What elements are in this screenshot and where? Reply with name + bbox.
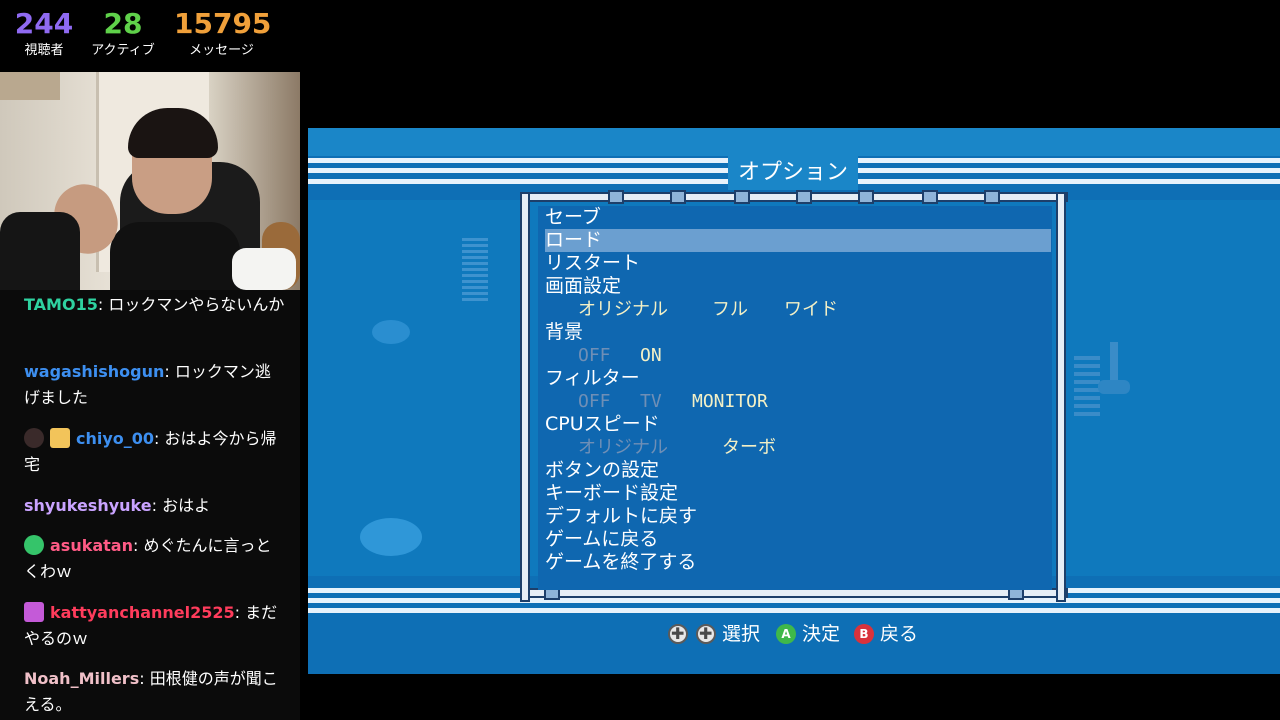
frame-joint xyxy=(796,190,812,204)
menu-item-screen-settings[interactable]: 画面設定 xyxy=(545,275,1051,298)
menu-item-cpu-speed[interactable]: CPUスピード xyxy=(545,413,1051,436)
menu-item-quit-game[interactable]: ゲームを終了する xyxy=(545,551,1051,574)
active-count-label: アクティブ xyxy=(91,43,155,58)
chat-username[interactable]: chiyo_00 xyxy=(76,429,154,448)
option-filter-off[interactable]: OFF xyxy=(578,390,611,413)
background-decoration xyxy=(372,320,410,344)
options-menu-frame: セーブ ロード リスタート 画面設定 オリジナル フル ワイド 背景 OFF O… xyxy=(520,190,1068,604)
option-screen-original[interactable]: オリジナル xyxy=(578,298,668,321)
menu-item-button-settings[interactable]: ボタンの設定 xyxy=(545,459,1051,482)
message-count: 15795 xyxy=(174,7,272,40)
frame-joint xyxy=(984,190,1000,204)
webcam-feed xyxy=(0,72,300,290)
option-screen-wide[interactable]: ワイド xyxy=(784,298,838,321)
menu-item-keyboard-settings[interactable]: キーボード設定 xyxy=(545,482,1051,505)
chat-message: shyukeshyuke: おはよ xyxy=(24,496,211,515)
frame-joint xyxy=(734,190,750,204)
hint-select-label: 選択 xyxy=(722,623,761,645)
stream-stats: 244 視聴者 28 アクティブ 15795 メッセージ xyxy=(0,0,300,70)
chat-text: ロックマンやらないんか xyxy=(108,295,285,314)
chat-message: kattyanchannel2525: まだやるのｗ xyxy=(24,602,278,648)
chat-panel: TAMO15: ロックマンやらないんか wagashishogun: ロックマン… xyxy=(0,290,300,720)
game-screen: オプション セーブ ロード リスタート 画面設定 オリジナル フル ワイド 背景… xyxy=(308,128,1280,674)
chat-username[interactable]: wagashishogun xyxy=(24,362,164,381)
chat-message: wagashishogun: ロックマン逃げました xyxy=(24,362,271,407)
background-decoration xyxy=(1074,356,1100,418)
frame-joint xyxy=(670,190,686,204)
background-decoration xyxy=(462,238,488,302)
frame-joint xyxy=(858,190,874,204)
menu-item-return-game[interactable]: ゲームに戻る xyxy=(545,528,1051,551)
background-options: OFF ON xyxy=(538,344,1052,367)
frame-pipe-left xyxy=(520,192,530,602)
chat-username[interactable]: kattyanchannel2525 xyxy=(50,603,235,622)
option-cpu-turbo[interactable]: ターボ xyxy=(722,436,776,459)
webcam-shelf xyxy=(0,72,60,100)
chat-message: TAMO15: ロックマンやらないんか xyxy=(24,295,285,314)
menu-item-restart[interactable]: リスタート xyxy=(545,252,1051,275)
dpad-icon xyxy=(668,624,688,644)
frame-pipe-right xyxy=(1056,192,1066,602)
game-top-band xyxy=(308,128,1280,156)
menu-item-reset-default[interactable]: デフォルトに戻す xyxy=(545,505,1051,528)
a-button-icon: A xyxy=(776,624,796,644)
box-badge-icon xyxy=(50,428,70,448)
option-filter-tv[interactable]: TV xyxy=(640,390,662,413)
active-count: 28 xyxy=(103,7,143,40)
background-decoration xyxy=(360,518,422,556)
gift-badge-icon xyxy=(24,602,44,622)
option-background-on[interactable]: ON xyxy=(640,344,662,367)
chat-message: Noah_Millers: 田根健の声が聞こえる。 xyxy=(24,669,278,714)
chat-username[interactable]: Noah_Millers xyxy=(24,669,139,688)
hint-back-label: 戻る xyxy=(880,623,919,645)
avatar-badge-icon xyxy=(24,428,44,448)
chat-username[interactable]: TAMO15 xyxy=(24,295,98,314)
chat-text: おはよ xyxy=(162,496,211,515)
viewer-count-stat: 244 視聴者 xyxy=(14,8,74,60)
verified-badge-icon xyxy=(24,535,44,555)
frame-joint xyxy=(608,190,624,204)
frame-joint xyxy=(922,190,938,204)
option-cpu-original[interactable]: オリジナル xyxy=(578,436,668,459)
message-count-label: メッセージ xyxy=(189,43,254,58)
cpu-speed-options: オリジナル ターボ xyxy=(538,436,1052,459)
b-button-icon: B xyxy=(854,624,874,644)
option-background-off[interactable]: OFF xyxy=(578,344,611,367)
dpad-icon xyxy=(696,624,716,644)
screen-settings-options: オリジナル フル ワイド xyxy=(538,298,1052,321)
menu-item-background[interactable]: 背景 xyxy=(545,321,1051,344)
chat-username[interactable]: shyukeshyuke xyxy=(24,496,152,515)
background-decoration xyxy=(1110,342,1118,382)
filter-options: OFF TV MONITOR xyxy=(538,390,1052,413)
options-menu-panel: セーブ ロード リスタート 画面設定 オリジナル フル ワイド 背景 OFF O… xyxy=(538,206,1052,590)
menu-item-filter[interactable]: フィルター xyxy=(545,367,1051,390)
chat-username[interactable]: asukatan xyxy=(50,536,133,555)
webcam-bag xyxy=(0,212,80,290)
viewer-count: 244 xyxy=(14,7,74,40)
hint-confirm-label: 決定 xyxy=(802,623,841,645)
controller-hint-bar: 選択 A 決定 B 戻る xyxy=(308,616,1280,650)
streamer-body xyxy=(110,222,240,290)
viewer-count-label: 視聴者 xyxy=(24,43,64,58)
menu-item-save[interactable]: セーブ xyxy=(545,206,1051,229)
background-decoration xyxy=(1098,380,1130,394)
message-count-stat: 15795 メッセージ xyxy=(174,7,272,60)
webcam-plastic-bag xyxy=(232,248,296,290)
menu-item-load[interactable]: ロード xyxy=(545,229,1051,252)
bottom-stripe xyxy=(308,608,1280,613)
option-screen-full[interactable]: フル xyxy=(712,298,748,321)
chat-message: chiyo_00: おはよ今から帰宅 xyxy=(24,428,277,474)
options-title: オプション xyxy=(737,160,848,185)
option-filter-monitor[interactable]: MONITOR xyxy=(692,390,768,413)
active-count-stat: 28 アクティブ xyxy=(88,8,158,60)
chat-message: asukatan: めぐたんに言っとくわｗ xyxy=(24,535,272,581)
